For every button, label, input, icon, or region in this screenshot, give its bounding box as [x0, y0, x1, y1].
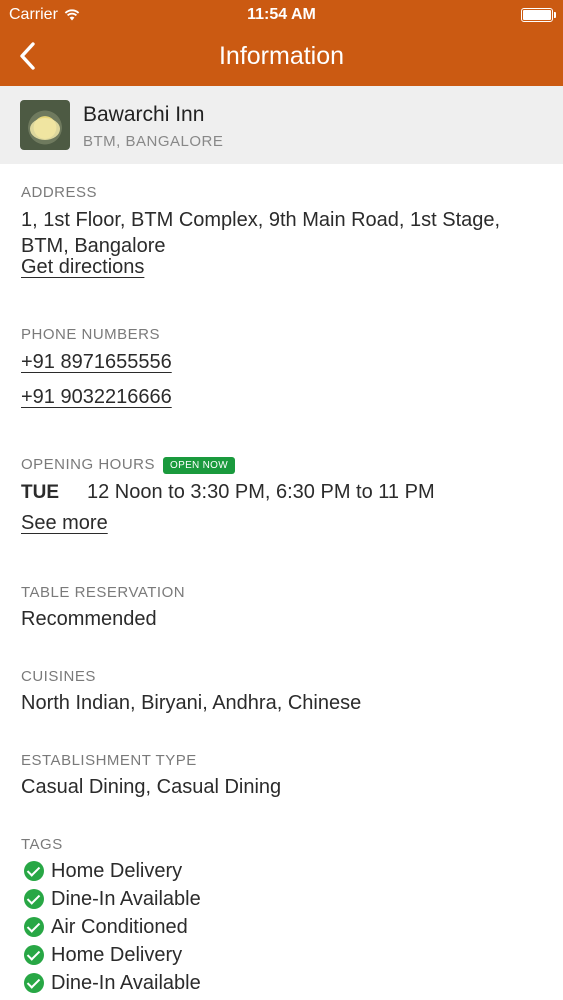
- cuisines-label: CUISINES: [21, 668, 96, 685]
- restaurant-thumbnail: [20, 100, 70, 150]
- opening-hours-title: OPENING HOURS: [21, 456, 156, 473]
- tag-label: Home Delivery: [51, 859, 183, 882]
- cuisines-section: CUISINES North Indian, Biryani, Andhra, …: [21, 668, 543, 716]
- hours-row: TUE 12 Noon to 3:30 PM, 6:30 PM to 11 PM: [21, 479, 543, 506]
- opening-hours-label: OPENING HOURS OPEN NOW: [21, 456, 543, 474]
- navigation-bar: Carrier 11:54 AM Information: [0, 0, 563, 86]
- tag-item: Home Delivery: [21, 941, 543, 969]
- tag-list: Home Delivery Dine-In Available Air Cond…: [21, 857, 543, 997]
- check-circle-icon: [24, 945, 44, 965]
- get-directions-link[interactable]: Get directions: [21, 256, 144, 279]
- cuisines-value: North Indian, Biryani, Andhra, Chinese: [21, 692, 362, 714]
- restaurant-name: Bawarchi Inn: [83, 103, 205, 126]
- restaurant-location: BTM, BANGALORE: [83, 133, 224, 150]
- reservation-value: Recommended: [21, 608, 157, 630]
- check-circle-icon: [24, 889, 44, 909]
- restaurant-header[interactable]: Bawarchi Inn BTM, BANGALORE: [0, 86, 563, 164]
- status-time: 11:54 AM: [247, 6, 316, 23]
- tag-label: Dine-In Available: [51, 971, 201, 994]
- reservation-section: TABLE RESERVATION Recommended: [21, 584, 543, 632]
- address-line-1: 1, 1st Floor, BTM Complex, 9th Main Road…: [21, 209, 501, 231]
- tag-item: Dine-In Available: [21, 885, 543, 913]
- check-circle-icon: [24, 973, 44, 993]
- address-label: ADDRESS: [21, 184, 98, 201]
- reservation-label: TABLE RESERVATION: [21, 584, 186, 601]
- phone-link-1[interactable]: +91 8971655556: [21, 351, 172, 374]
- hours-times: 12 Noon to 3:30 PM, 6:30 PM to 11 PM: [87, 481, 435, 503]
- tag-label: Home Delivery: [51, 943, 183, 966]
- tag-item: Air Conditioned: [21, 913, 543, 941]
- status-bar: Carrier 11:54 AM: [0, 0, 563, 30]
- tag-item: Dine-In Available: [21, 969, 543, 997]
- battery-icon: [521, 8, 556, 22]
- phone-label: PHONE NUMBERS: [21, 326, 161, 343]
- open-now-badge: OPEN NOW: [163, 457, 235, 474]
- establishment-value: Casual Dining, Casual Dining: [21, 776, 282, 798]
- hours-day: TUE: [21, 482, 59, 503]
- establishment-section: ESTABLISHMENT TYPE Casual Dining, Casual…: [21, 752, 543, 800]
- establishment-label: ESTABLISHMENT TYPE: [21, 752, 197, 769]
- check-circle-icon: [24, 917, 44, 937]
- phone-section: PHONE NUMBERS +91 8971655556 +91 9032216…: [21, 326, 543, 409]
- tag-label: Air Conditioned: [51, 915, 188, 938]
- opening-hours-section: OPENING HOURS OPEN NOW TUE 12 Noon to 3:30…: [21, 456, 543, 535]
- see-more-link[interactable]: See more: [21, 512, 108, 535]
- tags-label: TAGS: [21, 836, 63, 853]
- check-circle-icon: [24, 861, 44, 881]
- page-title: Information: [218, 42, 345, 70]
- tag-item: Home Delivery: [21, 857, 543, 885]
- tag-label: Dine-In Available: [51, 887, 201, 910]
- tags-section: TAGS Home Delivery Dine-In Available Air…: [21, 836, 543, 997]
- address-section: ADDRESS 1, 1st Floor, BTM Complex, 9th M…: [21, 184, 543, 279]
- phone-link-2[interactable]: +91 9032216666: [21, 386, 172, 409]
